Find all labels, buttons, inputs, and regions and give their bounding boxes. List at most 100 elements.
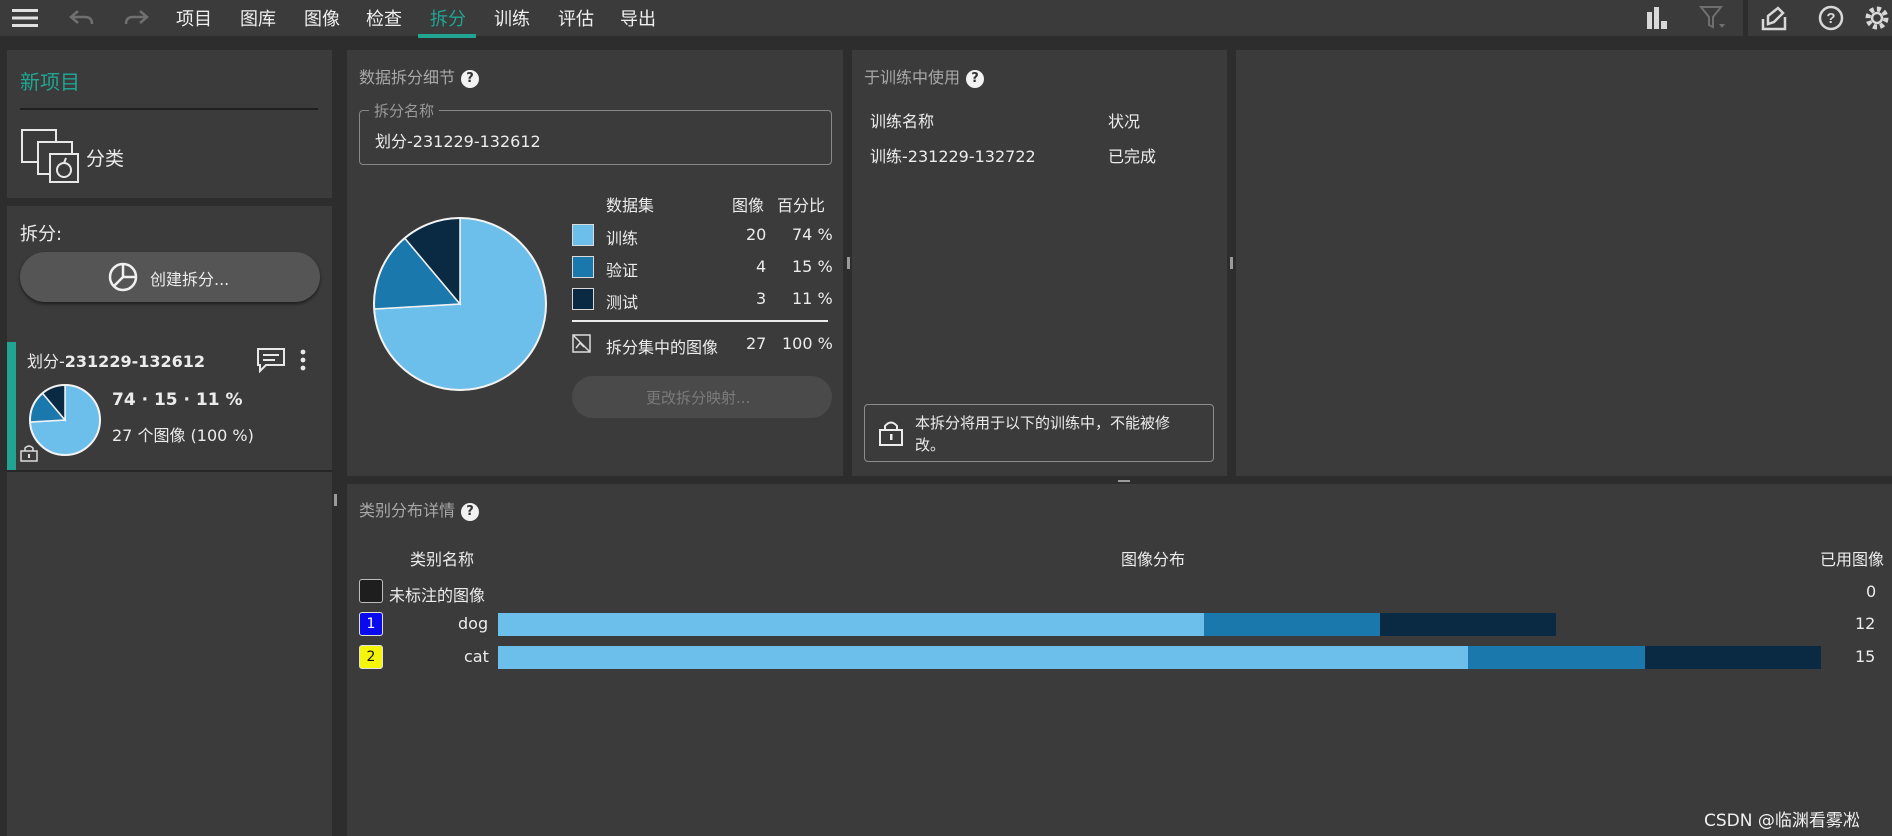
menu-split[interactable]: 拆分 [430,5,466,31]
class-distribution-heading: 类别分布详情? [359,497,480,521]
col-header-used-images: 已用图像 [1820,550,1885,569]
class-name: cat [464,647,489,666]
class-index-badge: 2 [359,645,383,669]
train-swatch [572,224,594,246]
test-swatch [572,288,594,310]
col-header-training-name: 训练名称 [870,112,935,131]
divider [7,470,332,472]
menu-images[interactable]: 图像 [304,5,340,31]
split-card-ratio: 74 · 15 · 11 % [112,390,243,410]
change-split-mapping-button[interactable]: 更改拆分映射... [572,376,832,418]
lock-icon [877,419,905,451]
menu-project[interactable]: 项目 [176,5,212,31]
row-test-percent: 11 % [792,289,833,308]
menu-library[interactable]: 图库 [240,5,276,31]
change-split-mapping-label: 更改拆分映射... [646,389,751,407]
row-train-count: 20 [746,225,767,244]
help-icon[interactable]: ? [1814,2,1848,34]
row-val-name: 验证 [606,261,639,280]
split-details-title: 数据拆分细节 [359,68,456,87]
class-distribution-title: 类别分布详情 [359,501,456,520]
split-card-name: 划分-231229-132612 [27,348,205,372]
menu-inspect[interactable]: 检查 [366,5,402,31]
filter-icon[interactable] [1696,2,1730,34]
distribution-segment-test [1379,613,1557,636]
menu-evaluate[interactable]: 评估 [558,5,594,31]
row-val-count: 4 [756,257,767,276]
images-in-split-icon [572,334,592,358]
panel-resize-handle[interactable] [1118,480,1130,482]
feedback-icon[interactable] [1758,2,1792,34]
distribution-segment-train [498,646,1469,669]
class-distribution-bar [498,646,1821,669]
panel-resize-handle[interactable] [847,257,850,269]
hamburger-icon[interactable] [8,2,42,34]
training-usage-title: 于训练中使用 [864,68,961,87]
unlabeled-swatch [359,579,383,603]
split-card-count: 27 个图像 (100 %) [112,426,254,445]
split-name-value[interactable]: 划分-231229-132612 [375,128,541,152]
lock-notice-line2: 改。 [915,436,946,454]
unlabeled-name: 未标注的图像 [389,586,486,605]
training-name[interactable]: 训练-231229-132722 [870,143,1036,167]
help-icon[interactable]: ? [966,69,985,88]
panel-resize-handle[interactable] [1230,257,1233,269]
total-label: 拆分集中的图像 [606,338,719,357]
selected-indicator [7,342,16,470]
help-icon[interactable]: ? [461,502,480,521]
class-used-count: 12 [1855,614,1876,633]
split-card-pie [29,384,101,456]
validation-swatch [572,256,594,278]
lock-notice-line1: 本拆分将用于以下的训练中，不能被修 [915,414,1171,432]
class-name: dog [458,614,489,633]
create-split-label: 创建拆分... [150,270,230,289]
gear-icon[interactable] [1862,2,1892,34]
create-split-button[interactable]: 创建拆分... [20,252,320,302]
training-status: 已完成 [1108,147,1157,166]
split-card-name-prefix: 划分- [27,352,65,371]
more-options-icon[interactable] [296,348,310,376]
split-pie-chart [373,217,547,391]
menu-train[interactable]: 训练 [494,5,530,31]
active-tab-indicator [418,34,476,38]
total-count: 27 [746,334,767,353]
total-percent: 100 % [782,334,833,353]
col-header-percent: 百分比 [777,196,826,215]
sidebar-resize-handle[interactable] [334,494,337,506]
help-icon[interactable]: ? [461,69,480,88]
split-name-legend: 拆分名称 [369,100,440,121]
distribution-segment-validation [1203,613,1380,636]
class-distribution-bar [498,613,1557,636]
divider [20,108,318,110]
class-used-count: 15 [1855,647,1876,666]
classification-icon [20,128,80,188]
bar-chart-icon[interactable] [1640,2,1674,34]
splits-label: 拆分: [20,224,63,245]
distribution-segment-train [498,613,1204,636]
toolbar-separator [1743,0,1748,40]
project-title[interactable]: 新项目 [20,66,80,95]
col-header-image-distribution: 图像分布 [1121,550,1186,569]
row-train-percent: 74 % [792,225,833,244]
empty-panel [1236,50,1892,476]
svg-text:?: ? [1826,10,1835,27]
top-toolbar: 项目 图库 图像 检查 拆分 训练 评估 导出 ? [0,0,1892,40]
row-train-name: 训练 [606,229,639,248]
training-usage-heading: 于训练中使用? [864,64,985,88]
distribution-segment-validation [1468,646,1645,669]
distribution-segment-test [1644,646,1821,669]
row-test-count: 3 [756,289,767,308]
comment-icon[interactable] [256,347,286,377]
lock-icon [20,444,38,466]
split-pie-icon [108,262,138,296]
col-header-class-name: 类别名称 [410,550,475,569]
split-details-heading: 数据拆分细节? [359,64,480,88]
menu-export[interactable]: 导出 [620,5,656,31]
col-header-images: 图像 [732,196,765,215]
project-type-label: 分类 [86,148,125,170]
class-index-badge: 1 [359,612,383,636]
row-val-percent: 15 % [792,257,833,276]
undo-icon[interactable] [64,2,98,34]
col-header-status: 状况 [1108,112,1141,131]
redo-icon[interactable] [120,2,154,34]
